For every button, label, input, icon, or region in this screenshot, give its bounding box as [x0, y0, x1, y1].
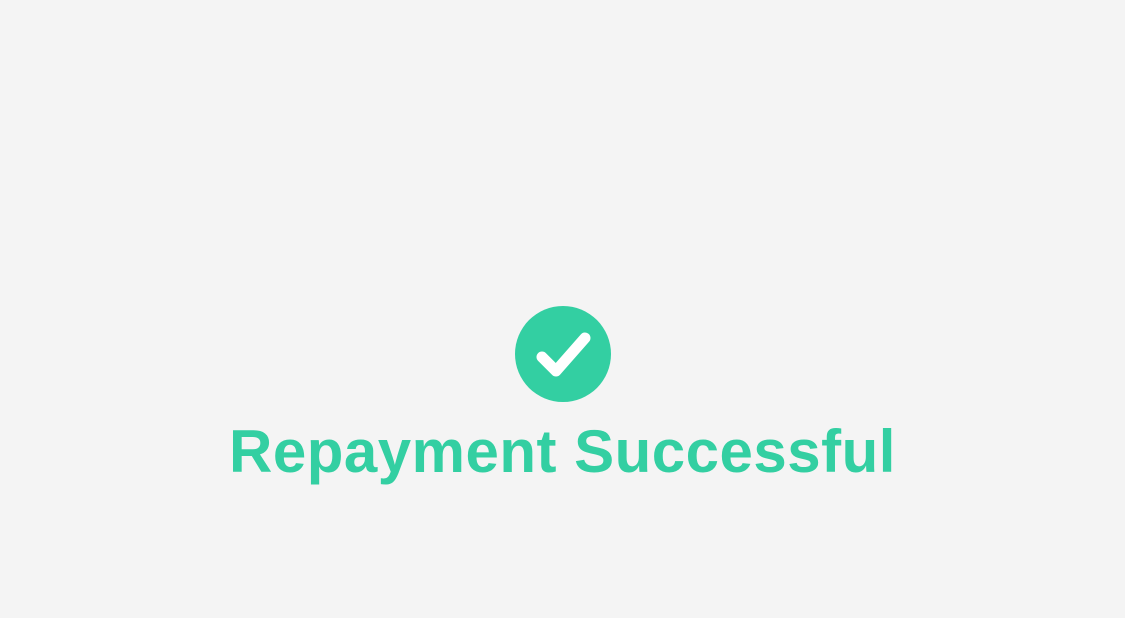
check-circle-icon — [514, 306, 611, 402]
repayment-status-title: Repayment Successful — [229, 418, 896, 485]
success-message-block: Repayment Successful — [0, 306, 1125, 484]
repayment-success-screen: Repayment Successful — [0, 0, 1125, 618]
